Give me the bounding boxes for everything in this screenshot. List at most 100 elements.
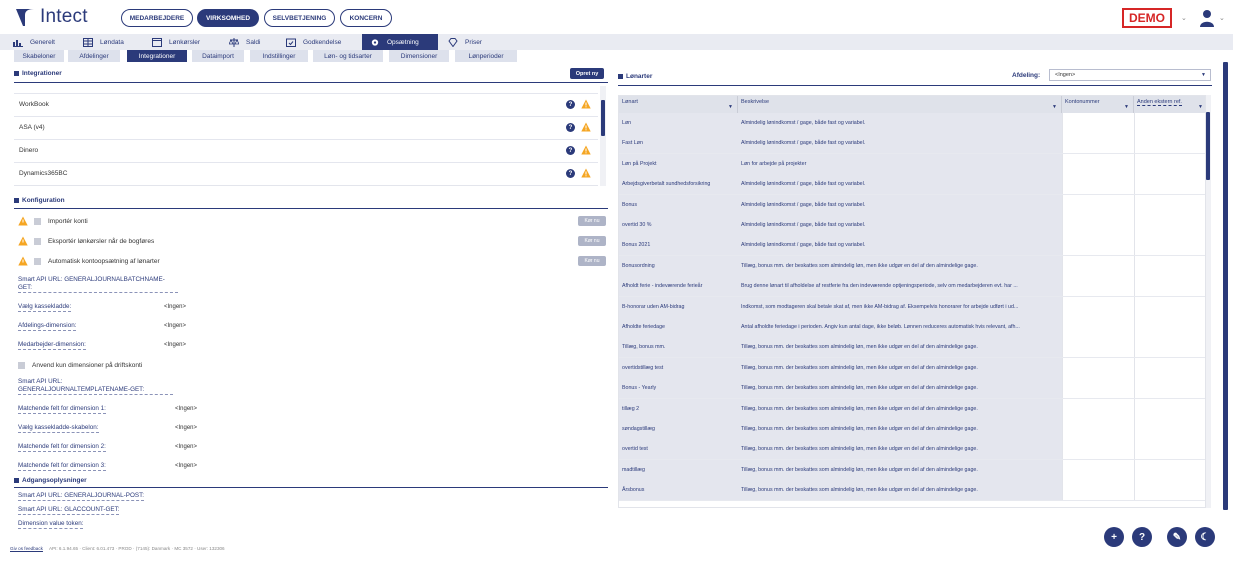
help-icon[interactable]: ?	[566, 169, 575, 178]
cell-kontonummer[interactable]	[1062, 215, 1134, 235]
table-row[interactable]: Afholdt ferie - indeværende ferieår Brug …	[619, 276, 1205, 297]
table-row[interactable]: Afholdte feriedage Antal afholdte ferieda…	[619, 317, 1205, 338]
department-filter-select[interactable]: <Ingen> ▼	[1049, 69, 1211, 81]
cell-kontonummer[interactable]	[1062, 398, 1134, 419]
department-dimension-select[interactable]: <Ingen>	[164, 323, 186, 329]
cell-ekstern-ref[interactable]	[1134, 133, 1205, 154]
cell-ekstern-ref[interactable]	[1134, 194, 1205, 215]
nav-generelt[interactable]: Generelt	[13, 34, 55, 50]
cell-kontonummer[interactable]	[1062, 378, 1134, 399]
column-header-loenart[interactable]: Lønart ▼	[619, 96, 738, 113]
smart-api-batchname-field[interactable]: Smart API URL: GENERALJOURNALBATCHNAME-G…	[18, 276, 178, 293]
cell-kontonummer[interactable]	[1062, 255, 1134, 276]
table-row[interactable]: overtidstillæg test Tillæg, bonus mm. der…	[619, 357, 1205, 379]
table-row[interactable]: Bonus - Yearly Tillæg, bonus mm. der besk…	[619, 378, 1205, 399]
tab-skabeloner[interactable]: Skabeloner	[14, 50, 64, 62]
apply-dimensions-option[interactable]: Anvend kun dimensioner på driftskonti	[18, 360, 142, 370]
integration-row-workbook[interactable]: WorkBook ?	[14, 93, 598, 116]
add-button[interactable]: +	[1104, 527, 1124, 547]
integrations-scroll-thumb[interactable]	[601, 100, 605, 136]
cashbook-select[interactable]: <Ingen>	[164, 304, 186, 310]
cell-kontonummer[interactable]	[1062, 113, 1134, 133]
tab-indstillinger[interactable]: Indstillinger	[250, 50, 308, 62]
cell-ekstern-ref[interactable]	[1134, 235, 1205, 256]
cell-ekstern-ref[interactable]	[1134, 419, 1205, 439]
match-dimension-1-select[interactable]: <Ingen>	[175, 406, 197, 412]
pill-medarbejdere[interactable]: MEDARBEJDERE	[121, 9, 193, 27]
help-icon[interactable]: ?	[566, 146, 575, 155]
table-row[interactable]: Arbejdsgiverbetalt sundhedsforsikring Alm…	[619, 174, 1205, 195]
cell-kontonummer[interactable]	[1062, 459, 1134, 480]
table-row[interactable]: Bonus Almindelig lønindkomst / gage, både…	[619, 194, 1205, 215]
cell-kontonummer[interactable]	[1062, 235, 1134, 256]
cell-kontonummer[interactable]	[1062, 194, 1134, 215]
column-header-ekstern-ref[interactable]: Anden ekstern ref. ▼	[1134, 96, 1205, 113]
cell-ekstern-ref[interactable]	[1134, 153, 1205, 174]
table-row[interactable]: Tillæg, bonus mm. Tillæg, bonus mm. der b…	[619, 337, 1205, 358]
tab-dataimport[interactable]: Dataimport	[192, 50, 244, 62]
dark-mode-button[interactable]: ☾	[1195, 527, 1215, 547]
table-row[interactable]: B-honorar uden AM-bidrag Indkomst, som mo…	[619, 296, 1205, 317]
pill-virksomhed[interactable]: VIRKSOMHED	[197, 9, 259, 27]
dimension-token-field[interactable]: Dimension value token:	[18, 520, 84, 529]
table-row[interactable]: Fast Løn Almindelig lønindkomst / gage, b…	[619, 133, 1205, 154]
journal-template-select[interactable]: <Ingen>	[175, 425, 197, 431]
config-option-import-accounts[interactable]: Importér konti	[18, 216, 88, 226]
cell-ekstern-ref[interactable]	[1134, 317, 1205, 337]
create-integration-button[interactable]: Opret ny	[570, 68, 604, 79]
nav-saldi[interactable]: Saldi	[229, 34, 260, 50]
cell-kontonummer[interactable]	[1062, 439, 1134, 460]
cell-ekstern-ref[interactable]	[1134, 439, 1205, 460]
match-dimension-3-select[interactable]: <Ingen>	[175, 463, 197, 469]
match-dimension-2-select[interactable]: <Ingen>	[175, 444, 197, 450]
checkbox[interactable]	[18, 361, 25, 369]
cell-ekstern-ref[interactable]	[1134, 215, 1205, 235]
integration-row-asa[interactable]: ASA (v4) ?	[14, 116, 598, 139]
pill-selvbetjening[interactable]: SELVBETJENING	[264, 9, 335, 27]
cell-ekstern-ref[interactable]	[1134, 459, 1205, 480]
table-row[interactable]: overtid 30 % Almindelig lønindkomst / gag…	[619, 215, 1205, 236]
nav-loendata[interactable]: Løndata	[83, 34, 124, 50]
demo-chevron-icon[interactable]: ⌄	[1181, 14, 1187, 22]
table-row[interactable]: Bonusordning Tillæg, bonus mm. der beskat…	[619, 255, 1205, 277]
cell-ekstern-ref[interactable]	[1134, 480, 1205, 501]
user-icon[interactable]	[1199, 9, 1215, 27]
table-row[interactable]: Løn på Projekt Løn for arbejde på projekt…	[619, 153, 1205, 175]
user-chevron-icon[interactable]: ⌄	[1219, 14, 1225, 22]
nav-opsaetning[interactable]: Opsætning	[362, 34, 438, 50]
cell-ekstern-ref[interactable]	[1134, 378, 1205, 399]
cell-ekstern-ref[interactable]	[1134, 174, 1205, 195]
feedback-link[interactable]: Giv os feedback	[10, 546, 43, 551]
cell-kontonummer[interactable]	[1062, 337, 1134, 358]
cell-kontonummer[interactable]	[1062, 133, 1134, 154]
pill-koncern[interactable]: KONCERN	[340, 9, 392, 27]
cell-kontonummer[interactable]	[1062, 317, 1134, 337]
nav-godkendelse[interactable]: Godkendelse	[286, 34, 341, 50]
smart-api-glaccount-field[interactable]: Smart API URL: GLACCOUNT-GET:	[18, 506, 120, 515]
smart-api-post-field[interactable]: Smart API URL: GENERALJOURNAL-POST:	[18, 492, 144, 501]
cell-ekstern-ref[interactable]	[1134, 276, 1205, 297]
tab-afdelinger[interactable]: Afdelinger	[68, 50, 120, 62]
run-now-button-export[interactable]: Kør nu	[578, 236, 606, 246]
config-option-auto-accounts[interactable]: Automatisk kontoopsætning af lønarter	[18, 256, 160, 266]
cell-kontonummer[interactable]	[1062, 174, 1134, 195]
employee-dimension-select[interactable]: <Ingen>	[164, 342, 186, 348]
cell-ekstern-ref[interactable]	[1134, 113, 1205, 133]
cell-ekstern-ref[interactable]	[1134, 296, 1205, 317]
table-row[interactable]: Årsbonus Tillæg, bonus mm. der beskattes …	[619, 480, 1205, 501]
app-logo[interactable]: Intect	[14, 6, 88, 28]
help-button[interactable]: ?	[1132, 527, 1152, 547]
cell-kontonummer[interactable]	[1062, 357, 1134, 378]
column-header-beskrivelse[interactable]: Beskrivelse ▼	[738, 96, 1062, 113]
tab-integrationer[interactable]: Integrationer	[127, 50, 187, 62]
table-row[interactable]: overtid test Tillæg, bonus mm. der beskat…	[619, 439, 1205, 460]
edit-button[interactable]: ✎	[1167, 527, 1187, 547]
cell-kontonummer[interactable]	[1062, 276, 1134, 297]
table-scroll-thumb[interactable]	[1206, 112, 1210, 180]
checkbox[interactable]	[34, 217, 41, 225]
cell-ekstern-ref[interactable]	[1134, 255, 1205, 276]
integration-row-dynamics[interactable]: Dynamics365BC ?	[14, 162, 598, 185]
cell-ekstern-ref[interactable]	[1134, 398, 1205, 419]
run-now-button-auto[interactable]: Kør nu	[578, 256, 606, 266]
tab-loen-og-tidsarter[interactable]: Løn- og tidsarter	[313, 50, 383, 62]
